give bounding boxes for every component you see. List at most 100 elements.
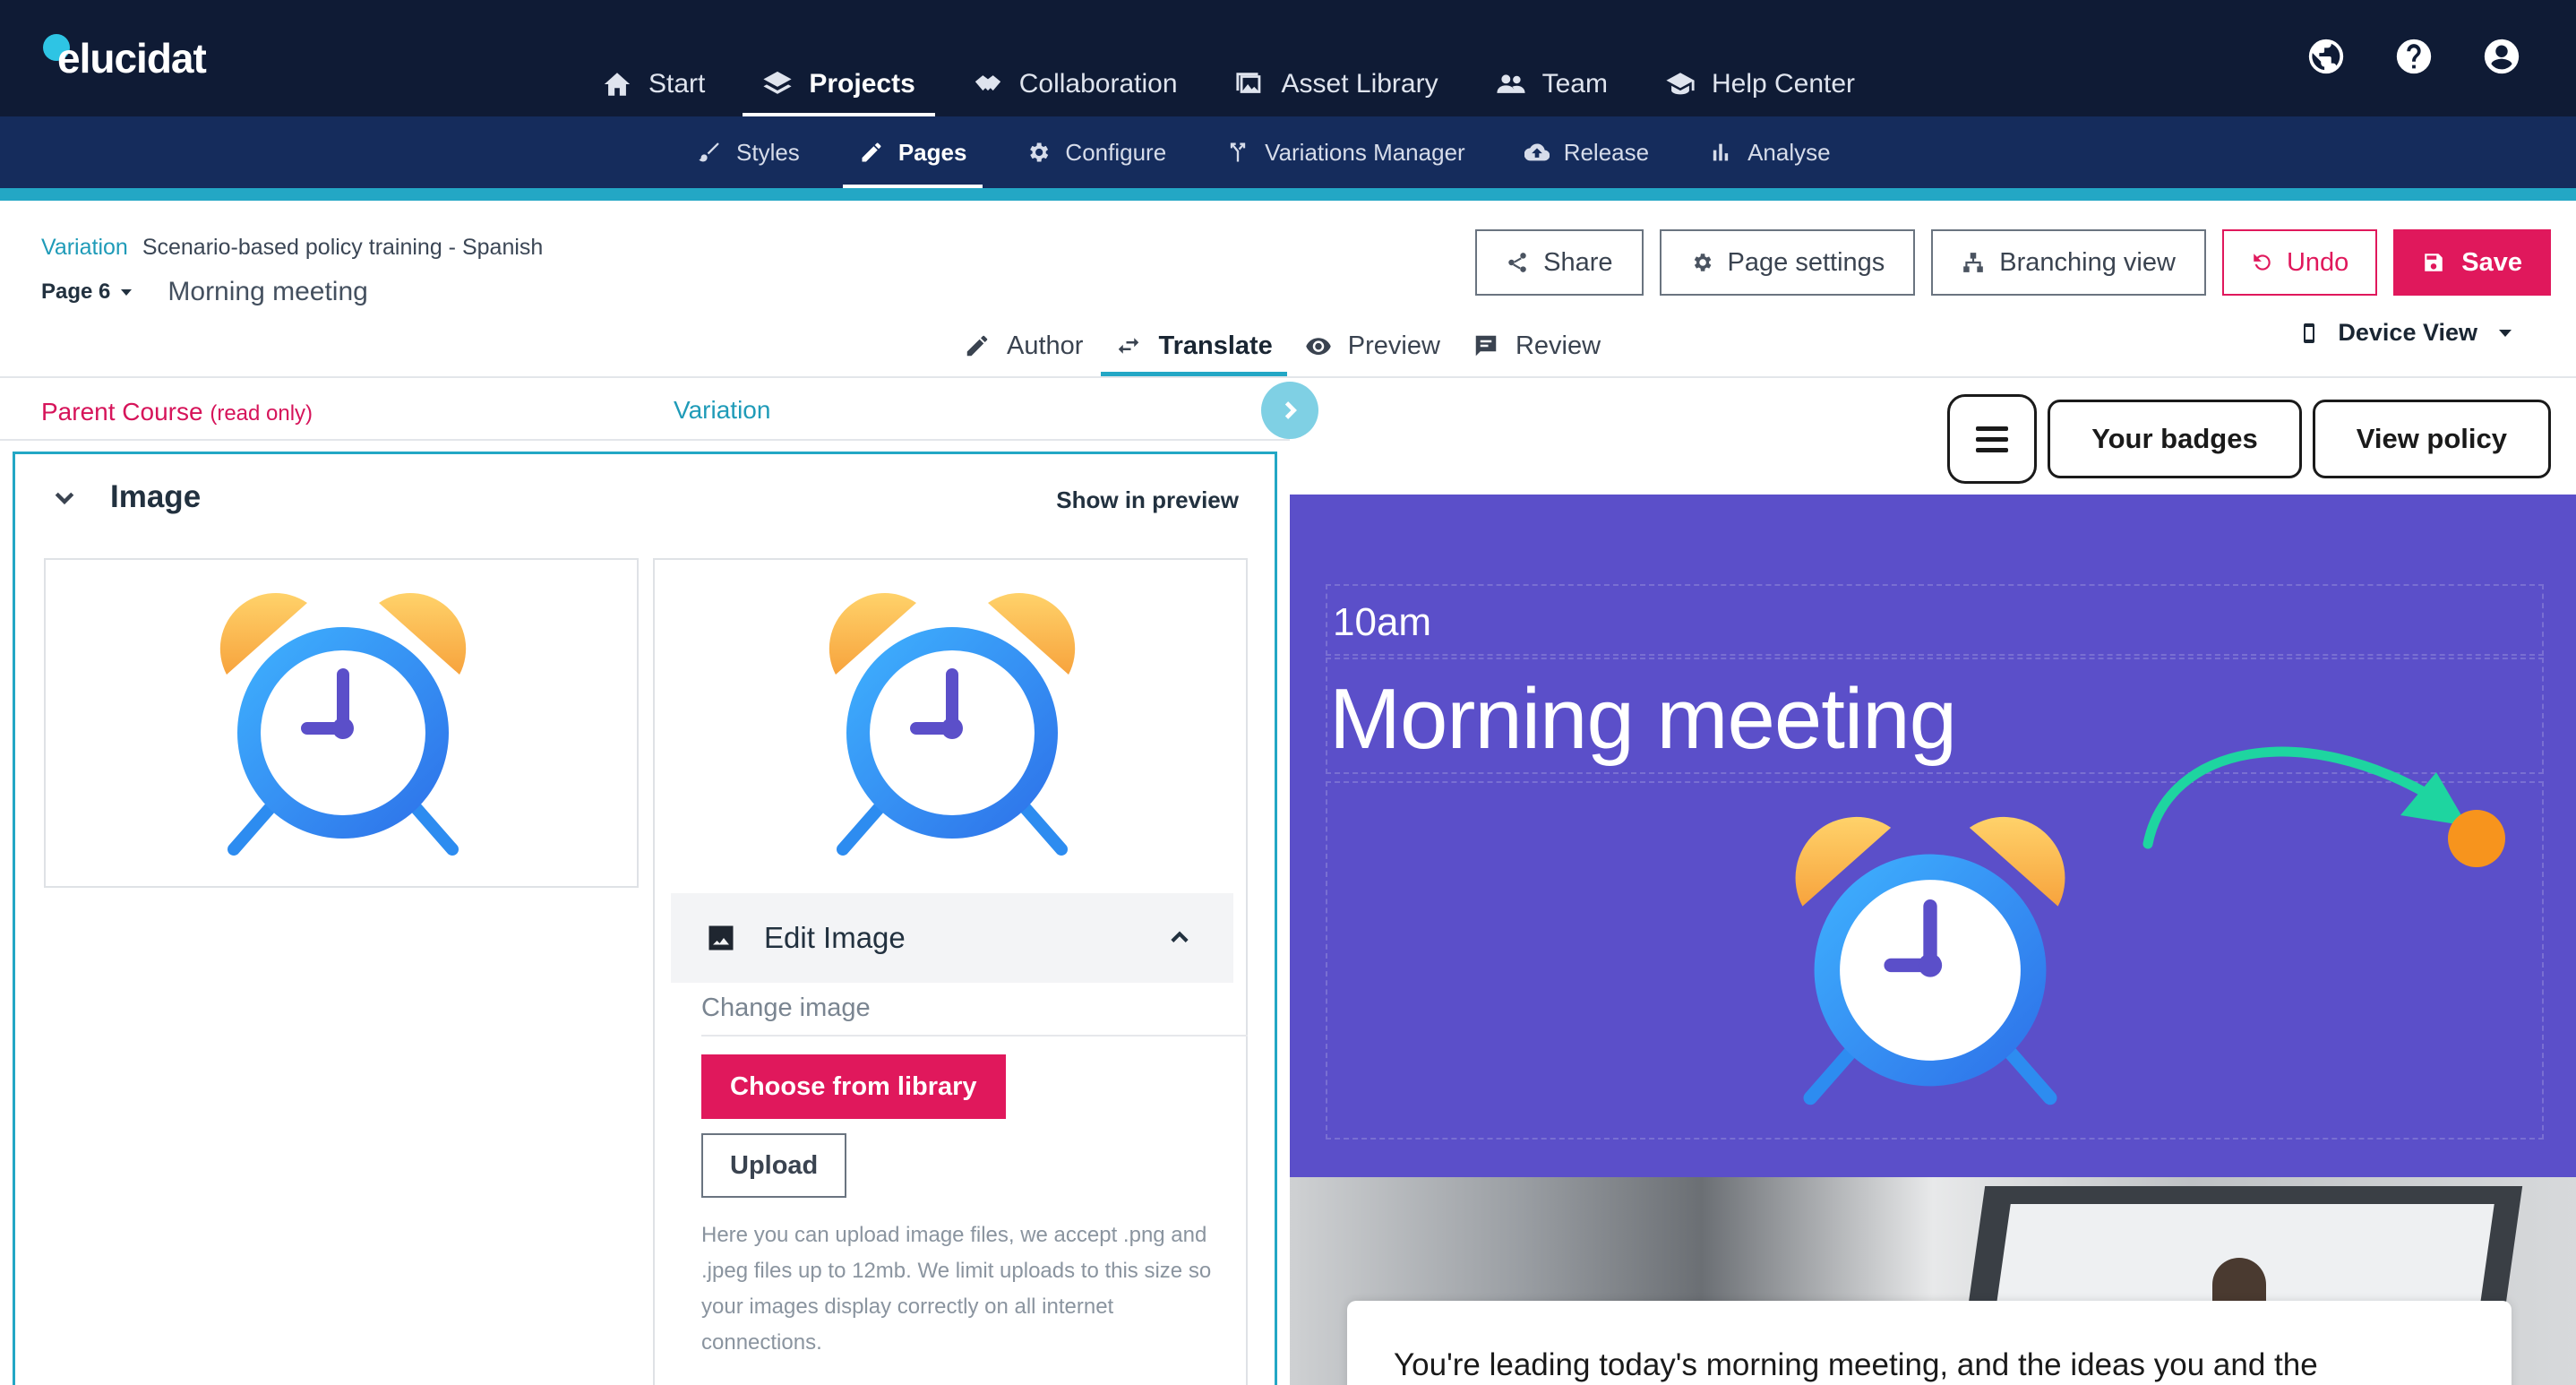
variation-name: Scenario-based policy training - Spanish xyxy=(142,235,544,260)
nav-item-label: Projects xyxy=(809,69,915,99)
show-in-preview-toggle[interactable]: Show in preview xyxy=(1056,486,1239,514)
help-button[interactable] xyxy=(2393,36,2434,77)
tab-preview[interactable]: Preview xyxy=(1291,315,1455,376)
device-view-label: Device View xyxy=(2338,319,2477,346)
top-navigation-bar: elucidat Start Projects Collaboration As… xyxy=(0,0,2576,116)
nav-item-team[interactable]: Team xyxy=(1476,52,1627,116)
course-preview: Your badges View policy 10am Morning mee… xyxy=(1290,378,2576,1385)
parent-course-heading: Parent Course (read only) xyxy=(41,398,313,426)
save-button[interactable]: Save xyxy=(2393,229,2551,296)
elucidat-logo[interactable]: elucidat xyxy=(39,27,207,90)
divider xyxy=(701,1035,1248,1037)
sub-navigation-bar: Styles Pages Configure Variations Manage… xyxy=(0,116,2576,188)
nav-item-asset-library[interactable]: Asset Library xyxy=(1215,52,1458,116)
scenario-text: You're leading today's morning meeting, … xyxy=(1394,1347,2318,1382)
nav-item-collaboration[interactable]: Collaboration xyxy=(953,52,1198,116)
page-actions: Share Page settings Branching view Undo … xyxy=(1475,229,2551,296)
upload-help-text: Here you can upload image files, we acce… xyxy=(701,1223,1212,1355)
hero-headline: Morning meeting xyxy=(1329,671,1957,767)
subnav-item-label: Styles xyxy=(736,138,800,166)
gear-icon xyxy=(1694,254,1711,271)
language-button[interactable] xyxy=(2306,36,2347,77)
collapse-panel-button[interactable] xyxy=(1261,382,1318,439)
image-panel-title: Image xyxy=(110,479,202,514)
nav-item-label: Team xyxy=(1541,69,1608,99)
branching-view-button[interactable]: Branching view xyxy=(1931,229,2206,296)
sitemap-icon xyxy=(1963,253,1984,272)
comment-icon xyxy=(1475,335,1497,357)
choose-from-library-button[interactable]: Choose from library xyxy=(701,1054,1006,1119)
share-label: Share xyxy=(1543,247,1613,277)
nav-item-start[interactable]: Start xyxy=(582,52,725,116)
share-icon xyxy=(1508,253,1526,272)
tab-author[interactable]: Author xyxy=(949,315,1097,376)
handshake-icon xyxy=(975,75,1000,91)
main-nav: Start Projects Collaboration Asset Libra… xyxy=(582,52,1893,116)
column-headers: Parent Course (read only) Variation xyxy=(0,378,1290,441)
team-icon xyxy=(1497,74,1525,93)
accent-line xyxy=(0,188,2576,201)
parent-course-label: Parent Course xyxy=(41,398,203,426)
tab-label: Author xyxy=(1007,331,1084,360)
tab-label: Preview xyxy=(1347,331,1440,360)
curved-arrow-graphic xyxy=(2142,746,2505,867)
eye-icon xyxy=(1306,338,1331,355)
branching-view-label: Branching view xyxy=(1999,247,2176,277)
mobile-icon xyxy=(2304,323,2315,343)
page-settings-button[interactable]: Page settings xyxy=(1659,229,1916,296)
subnav-item-variations-manager[interactable]: Variations Manager xyxy=(1209,116,1481,188)
nav-item-projects[interactable]: Projects xyxy=(743,52,936,116)
view-policy-button[interactable]: View policy xyxy=(2312,400,2551,478)
subnav-item-analyse[interactable]: Analyse xyxy=(1692,116,1847,188)
variation-column-heading: Variation xyxy=(674,396,771,424)
nav-item-label: Help Center xyxy=(1711,69,1856,99)
share-button[interactable]: Share xyxy=(1475,229,1644,296)
nav-item-label: Collaboration xyxy=(1018,69,1178,99)
image-icon xyxy=(708,925,734,951)
alarm-clock-image xyxy=(1795,816,2065,1105)
hamburger-menu-button[interactable] xyxy=(1947,394,2038,484)
mode-tabs: Author Translate Preview Review xyxy=(949,315,1619,376)
page-title: Morning meeting xyxy=(167,277,368,306)
hero-section: 10am Morning meeting xyxy=(1290,495,2576,1177)
account-button[interactable] xyxy=(2481,36,2522,77)
upload-button[interactable]: Upload xyxy=(701,1133,847,1198)
pencil-icon xyxy=(966,335,988,357)
text-block-outline xyxy=(1326,584,2544,656)
page-number: Page 6 xyxy=(41,280,111,304)
device-view-dropdown[interactable]: Device View xyxy=(2298,319,2512,347)
fork-icon xyxy=(1230,142,1246,162)
home-icon xyxy=(604,73,631,96)
subnav-item-pages[interactable]: Pages xyxy=(842,116,983,188)
chevron-up-icon xyxy=(1171,931,1189,942)
edit-image-section-toggle[interactable]: Edit Image xyxy=(671,893,1233,983)
nav-item-help-center[interactable]: Help Center xyxy=(1645,52,1875,116)
question-circle-icon xyxy=(2396,39,2432,74)
menu-line xyxy=(1976,447,2009,452)
undo-icon xyxy=(2254,254,2271,271)
top-right-icons xyxy=(2306,36,2522,77)
edit-image-label: Edit Image xyxy=(764,921,906,954)
subnav-item-styles[interactable]: Styles xyxy=(681,116,816,188)
tab-review[interactable]: Review xyxy=(1458,315,1615,376)
swap-arrows-icon xyxy=(1119,338,1139,354)
caret-down-icon xyxy=(2499,329,2512,337)
scenario-text-card: You're leading today's morning meeting, … xyxy=(1347,1301,2512,1385)
tab-label: Translate xyxy=(1158,331,1273,360)
hero-time: 10am xyxy=(1333,600,1432,644)
menu-line xyxy=(1976,436,2009,442)
subnav-item-configure[interactable]: Configure xyxy=(1009,116,1182,188)
subnav-item-release[interactable]: Release xyxy=(1508,116,1665,188)
gear-icon xyxy=(1030,142,1049,162)
caret-down-icon xyxy=(121,288,133,296)
subnav-item-label: Pages xyxy=(897,138,967,166)
page-selector[interactable]: Page 6 xyxy=(41,280,133,305)
tab-translate[interactable]: Translate xyxy=(1101,315,1288,376)
floppy-disk-icon xyxy=(2425,254,2443,271)
your-badges-button[interactable]: Your badges xyxy=(2048,400,2302,478)
image-panel-toggle[interactable]: Image xyxy=(51,479,201,515)
read-only-label: (read only) xyxy=(210,401,313,426)
undo-button[interactable]: Undo xyxy=(2221,229,2378,296)
nav-item-label: Asset Library xyxy=(1281,69,1438,99)
menu-line xyxy=(1976,426,2009,431)
